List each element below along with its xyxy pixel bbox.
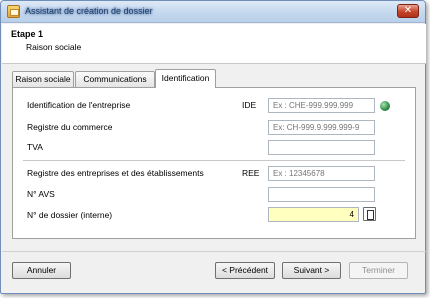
step-subtitle: Raison sociale	[26, 42, 82, 52]
ide-label: Identification de l'entreprise	[27, 100, 131, 110]
globe-icon[interactable]	[380, 101, 390, 111]
wizard-header: Etape 1 Raison sociale	[2, 24, 426, 64]
tab-raison-sociale[interactable]: Raison sociale	[12, 71, 74, 87]
window-title: Assistant de création de dossier	[25, 6, 153, 16]
app-icon	[7, 5, 20, 18]
ide-input[interactable]	[268, 98, 375, 113]
tab-communications[interactable]: Communications	[75, 71, 155, 87]
tva-label: TVA	[27, 142, 43, 152]
footer-divider	[2, 251, 426, 252]
step-title: Etape 1	[11, 29, 44, 39]
avs-input[interactable]	[268, 187, 375, 202]
identification-panel: Identification de l'entreprise IDE Regis…	[12, 87, 416, 239]
avs-label: N° AVS	[27, 189, 55, 199]
next-button[interactable]: Suivant >	[282, 262, 341, 279]
ree-input[interactable]	[268, 166, 375, 181]
cancel-button[interactable]: Annuler	[12, 262, 71, 279]
wizard-window: Assistant de création de dossier ✕ Etape…	[0, 0, 426, 294]
ree-code: REE	[242, 168, 260, 178]
registre-commerce-input[interactable]	[268, 120, 375, 135]
finish-button[interactable]: Terminer	[349, 262, 408, 279]
title-bar[interactable]: Assistant de création de dossier ✕	[1, 1, 425, 23]
registre-commerce-label: Registre du commerce	[27, 122, 113, 132]
tab-identification[interactable]: Identification	[155, 69, 216, 88]
document-icon[interactable]	[363, 207, 376, 221]
dossier-number-input[interactable]	[268, 207, 359, 222]
section-divider	[23, 160, 405, 161]
ide-code: IDE	[242, 100, 257, 110]
dossier-label: N° de dossier (interne)	[27, 210, 113, 220]
previous-button[interactable]: < Précédent	[215, 262, 275, 279]
close-button[interactable]: ✕	[397, 4, 419, 18]
ree-label: Registre des entreprises et des établiss…	[27, 168, 204, 178]
tva-input[interactable]	[268, 140, 375, 155]
